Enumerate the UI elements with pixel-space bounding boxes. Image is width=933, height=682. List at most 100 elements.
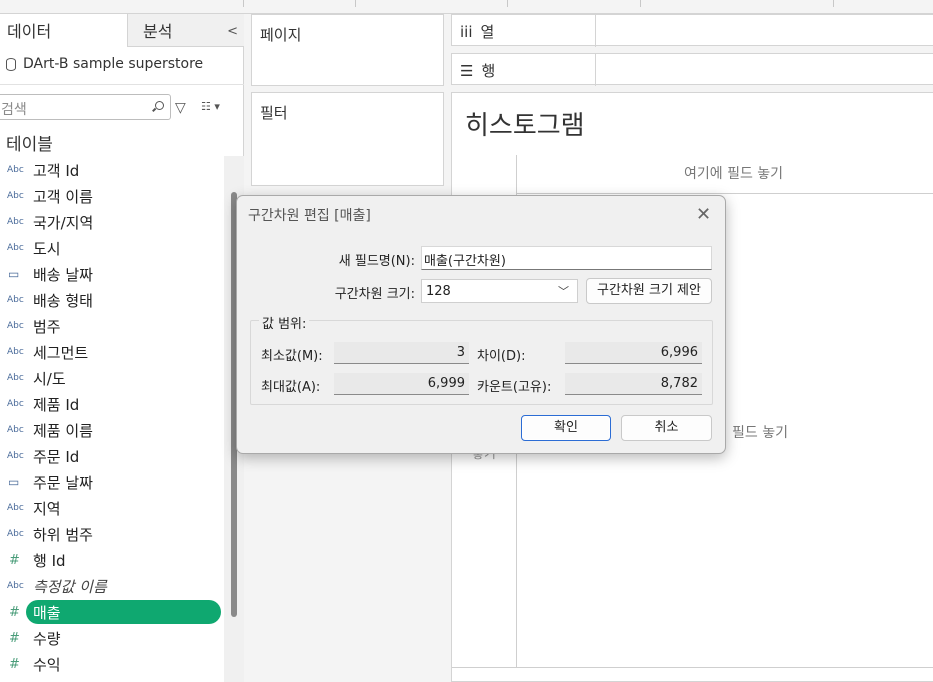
- abc-icon: Abc: [7, 373, 24, 383]
- abc-icon: Abc: [7, 191, 24, 201]
- field-name: 주문 날짜: [33, 473, 93, 492]
- field-name: 국가/지역: [33, 213, 94, 232]
- toolbar-divider: [507, 0, 508, 7]
- axis-line-horizontal: [516, 193, 933, 194]
- tab-data-label: 데이터: [7, 22, 52, 41]
- pages-card-title: 페이지: [260, 26, 302, 44]
- number-icon: #: [9, 604, 20, 620]
- new-field-name-input[interactable]: 매출(구간차원): [421, 246, 712, 270]
- field-name: 제품 이름: [33, 421, 93, 440]
- field-name: 주문 Id: [33, 447, 80, 466]
- edit-bins-dialog: 구간차원 편집 [매출] ✕ 새 필드명(N): 매출(구간차원) 구간차원 크…: [236, 195, 726, 454]
- calendar-icon: ▭: [8, 267, 20, 281]
- field-item[interactable]: Abc 범주: [0, 313, 230, 339]
- datasource-name: DArt-B sample superstore: [23, 56, 204, 72]
- abc-icon: Abc: [7, 399, 24, 409]
- drop-field-columns-target[interactable]: 여기에 필드 놓기: [684, 163, 783, 183]
- pages-card[interactable]: 페이지: [251, 14, 444, 86]
- abc-icon: Abc: [7, 243, 24, 253]
- field-item-selected[interactable]: # 매출: [0, 599, 230, 625]
- suggest-bin-size-button[interactable]: 구간차원 크기 제안: [586, 278, 712, 304]
- field-item[interactable]: Abc 주문 Id: [0, 443, 230, 469]
- filters-card-title: 필터: [260, 104, 288, 122]
- rows-icon: ☰: [460, 61, 474, 80]
- bin-size-select[interactable]: 128 ﹀: [421, 279, 578, 303]
- field-item[interactable]: Abc 배송 형태: [0, 287, 230, 313]
- pane-tabs: 데이터 분석 <: [0, 14, 244, 47]
- toolbar-divider: [640, 0, 641, 7]
- abc-icon: Abc: [7, 347, 24, 357]
- data-pane: 데이터 분석 < DArt-B sample superstore 검색 ▽ ☷…: [0, 14, 244, 682]
- field-item[interactable]: Abc 고객 이름: [0, 183, 230, 209]
- field-name: 수량: [33, 629, 61, 648]
- field-item[interactable]: Abc 세그먼트: [0, 339, 230, 365]
- view-options-icon[interactable]: ☷ ▾: [201, 100, 220, 113]
- field-name: 지역: [33, 499, 61, 518]
- field-item[interactable]: Abc 하위 범주: [0, 521, 230, 547]
- diff-label: 차이(D):: [477, 349, 526, 364]
- field-name: 매출: [33, 603, 61, 622]
- field-name: 하위 범주: [33, 525, 93, 544]
- shelf-divider: [595, 54, 596, 86]
- field-item[interactable]: Abc 제품 Id: [0, 391, 230, 417]
- tab-analysis[interactable]: 분석 <: [127, 14, 244, 47]
- toolbar-divider: [833, 0, 834, 7]
- abc-icon: Abc: [7, 217, 24, 227]
- ok-button[interactable]: 확인: [521, 415, 611, 441]
- count-label: 카운트(고유):: [477, 380, 552, 395]
- view-bottom-line: [452, 667, 933, 668]
- field-name: 행 Id: [33, 551, 66, 570]
- field-item[interactable]: Abc 고객 Id: [0, 157, 230, 183]
- datasource-item[interactable]: DArt-B sample superstore: [6, 56, 203, 72]
- bin-size-value: 128: [426, 284, 451, 299]
- rows-shelf[interactable]: ☰ 행: [451, 53, 933, 86]
- field-name: 배송 날짜: [33, 265, 93, 284]
- abc-icon: Abc: [7, 295, 24, 305]
- field-list: Abc 고객 Id Abc 고객 이름 Abc 국가/지역 Abc 도시 ▭ 배송 날짜 …: [0, 157, 230, 677]
- field-item[interactable]: # 수량: [0, 625, 230, 651]
- columns-shelf[interactable]: iii 열: [451, 14, 933, 47]
- abc-icon: Abc: [7, 451, 24, 461]
- new-field-label: 새 필드명(N):: [338, 254, 415, 269]
- toolbar-divider: [243, 0, 244, 7]
- field-item[interactable]: ▭ 배송 날짜: [0, 261, 230, 287]
- field-item[interactable]: Abc 지역: [0, 495, 230, 521]
- field-item[interactable]: # 수익: [0, 651, 230, 677]
- filter-icon[interactable]: ▽: [175, 100, 186, 116]
- abc-icon: Abc: [7, 529, 24, 539]
- field-name: 배송 형태: [33, 291, 93, 310]
- collapse-pane-icon[interactable]: <: [227, 14, 238, 50]
- abc-icon: Abc: [7, 503, 24, 513]
- chevron-down-icon: ﹀: [558, 285, 569, 298]
- close-icon[interactable]: ✕: [696, 204, 711, 225]
- field-item[interactable]: Abc 제품 이름: [0, 417, 230, 443]
- field-item[interactable]: ▭ 주문 날짜: [0, 469, 230, 495]
- max-label: 최대값(A):: [261, 380, 321, 395]
- diff-value: 6,996: [565, 342, 702, 364]
- field-item[interactable]: # 행 Id: [0, 547, 230, 573]
- calendar-icon: ▭: [8, 475, 20, 489]
- min-value: 3: [334, 342, 469, 364]
- min-label: 최소값(M):: [261, 349, 323, 364]
- database-icon: [6, 57, 16, 71]
- cancel-button[interactable]: 취소: [621, 415, 712, 441]
- field-name: 수익: [33, 655, 61, 674]
- field-item[interactable]: Abc 시/도: [0, 365, 230, 391]
- field-item[interactable]: Abc 도시: [0, 235, 230, 261]
- bin-size-label: 구간차원 크기:: [334, 287, 415, 302]
- field-item[interactable]: Abc 측정값 이름: [0, 573, 230, 599]
- tab-data[interactable]: 데이터: [0, 14, 127, 47]
- abc-icon: Abc: [7, 425, 24, 435]
- worksheet-title[interactable]: 히스토그램: [465, 105, 585, 142]
- field-name: 시/도: [33, 369, 66, 388]
- search-placeholder: 검색: [1, 102, 27, 118]
- rows-shelf-label: ☰ 행: [460, 60, 495, 81]
- field-item[interactable]: Abc 국가/지역: [0, 209, 230, 235]
- drop-field-center-target[interactable]: 필드 놓기: [732, 422, 788, 442]
- search-input[interactable]: 검색: [0, 94, 171, 120]
- filters-card[interactable]: 필터: [251, 92, 444, 186]
- rows-label: 행: [481, 62, 496, 80]
- field-name: 고객 이름: [33, 187, 93, 206]
- field-name: 도시: [33, 239, 61, 258]
- dialog-title: 구간차원 편집 [매출]: [248, 208, 371, 224]
